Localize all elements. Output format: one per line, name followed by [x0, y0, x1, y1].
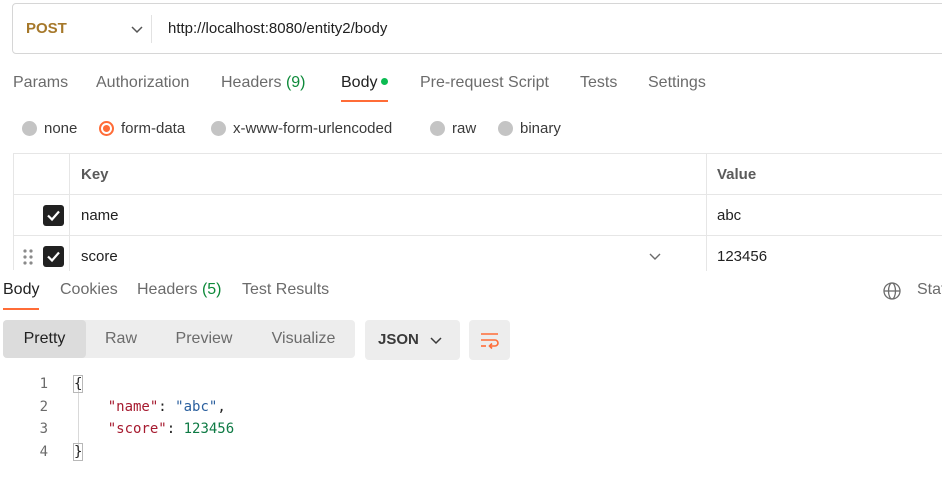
- response-tab-body[interactable]: Body: [3, 274, 40, 310]
- view-visualize[interactable]: Visualize: [252, 320, 355, 358]
- table-row: name abc: [14, 195, 942, 236]
- wrap-lines-icon: [481, 333, 499, 350]
- method-label: POST: [26, 20, 67, 37]
- radio-none-circle: [22, 121, 37, 136]
- row-key[interactable]: score: [81, 236, 118, 277]
- indent-guide: [78, 386, 79, 452]
- json-key: "name": [107, 399, 159, 415]
- view-mode-selector: Pretty Raw Preview Visualize: [3, 320, 355, 358]
- response-body-viewer: 1 2 3 4 { "name": "abc", "score": 123456…: [0, 372, 942, 472]
- response-tab-headers-count: (5): [201, 281, 222, 298]
- code-line: "name": "abc",: [107, 399, 226, 415]
- tab-headers[interactable]: Headers (9): [221, 66, 306, 102]
- radio-urlencoded-circle: [211, 121, 226, 136]
- response-tab-test-results[interactable]: Test Results: [242, 274, 329, 310]
- tab-params[interactable]: Params: [13, 66, 68, 102]
- tab-pre-request-script[interactable]: Pre-request Script: [420, 66, 549, 102]
- tab-headers-count: (9): [285, 74, 306, 91]
- code-line: }: [72, 443, 84, 461]
- status-label: Stat: [917, 281, 942, 298]
- line-number: 1: [39, 376, 48, 392]
- radio-raw-circle: [430, 121, 445, 136]
- view-pretty[interactable]: Pretty: [3, 320, 86, 358]
- radio-binary-circle: [498, 121, 513, 136]
- chevron-down-icon[interactable]: [648, 249, 662, 263]
- check-icon: [47, 251, 60, 263]
- radio-urlencoded-label: x-www-form-urlencoded: [233, 120, 393, 137]
- form-data-table: Key Value name abc score 123456: [13, 153, 942, 271]
- radio-binary-label: binary: [520, 120, 561, 137]
- format-label: JSON: [378, 331, 419, 348]
- table-row: score 123456: [14, 236, 942, 277]
- chevron-down-icon: [430, 337, 442, 345]
- json-open-brace: {: [72, 375, 84, 393]
- globe-icon[interactable]: [882, 281, 902, 301]
- chevron-down-icon: [131, 26, 143, 34]
- radio-form-data-label: form-data: [121, 120, 186, 137]
- key-column-header: Key: [81, 166, 109, 183]
- view-raw[interactable]: Raw: [86, 320, 156, 358]
- row-value[interactable]: abc: [717, 195, 741, 236]
- row-checkbox[interactable]: [43, 205, 64, 226]
- code-line: "score": 123456: [107, 421, 235, 437]
- tab-settings[interactable]: Settings: [648, 66, 706, 102]
- table-header-row: Key Value: [14, 154, 942, 195]
- response-tab-headers[interactable]: Headers (5): [137, 274, 222, 310]
- response-tabs: Body Cookies Headers (5) Test Results: [0, 274, 942, 312]
- tab-body-label: Body: [341, 74, 378, 91]
- request-url-bar: POST http://localhost:8080/entity2/body: [12, 3, 942, 54]
- format-select[interactable]: JSON: [365, 320, 460, 360]
- method-select[interactable]: POST: [26, 4, 150, 53]
- url-input[interactable]: http://localhost:8080/entity2/body: [168, 4, 387, 53]
- line-number: 4: [39, 444, 48, 460]
- tab-headers-label: Headers: [221, 74, 282, 91]
- response-tab-headers-label: Headers: [137, 281, 198, 298]
- radio-raw-label: raw: [452, 120, 477, 137]
- tab-tests[interactable]: Tests: [580, 66, 617, 102]
- radio-none-label: none: [44, 120, 78, 137]
- url-divider: [151, 15, 152, 43]
- json-number-value: 123456: [183, 421, 235, 437]
- row-checkbox[interactable]: [43, 246, 64, 267]
- row-value[interactable]: 123456: [717, 236, 767, 277]
- code-line: {: [72, 375, 84, 393]
- response-tab-cookies[interactable]: Cookies: [60, 274, 118, 310]
- row-key[interactable]: name: [81, 195, 119, 236]
- json-string-value: "abc": [175, 399, 218, 415]
- line-number: 3: [39, 421, 48, 437]
- drag-handle-icon[interactable]: [22, 248, 34, 266]
- tab-body[interactable]: Body: [341, 66, 389, 102]
- json-key: "score": [107, 421, 167, 437]
- wrap-lines-button[interactable]: [469, 320, 510, 360]
- radio-form-data-circle: [99, 121, 114, 136]
- tab-authorization[interactable]: Authorization: [96, 66, 189, 102]
- json-close-brace: }: [72, 443, 84, 461]
- body-indicator-dot: [381, 77, 389, 85]
- request-tabs: Params Authorization Headers (9) Body Pr…: [0, 66, 942, 106]
- line-number: 2: [39, 399, 48, 415]
- view-preview[interactable]: Preview: [156, 320, 252, 358]
- check-icon: [47, 210, 60, 222]
- value-column-header: Value: [717, 166, 757, 183]
